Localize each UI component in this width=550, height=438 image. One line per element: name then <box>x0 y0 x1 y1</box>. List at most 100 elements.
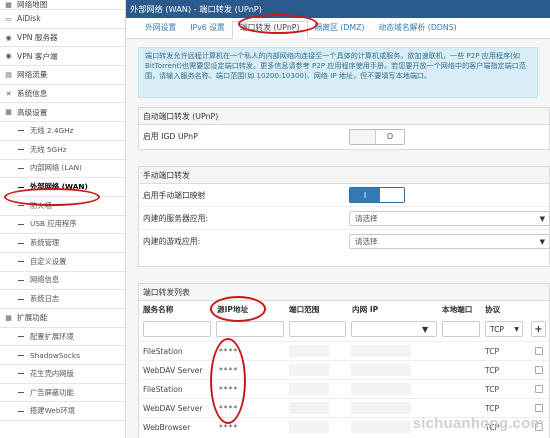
sidebar-item-label: 广告屏蔽功能 <box>30 387 74 397</box>
section-heading: 端口转发列表 <box>139 284 549 301</box>
cell-protocol: TCP <box>485 404 500 413</box>
sidebar-item-wireless-5[interactable]: 无线 5GHz <box>0 141 125 160</box>
server-app-select[interactable]: 请选择 ▼ <box>349 210 550 226</box>
sidebar-item-label: USB 应用程序 <box>30 219 77 229</box>
dash-icon <box>18 354 24 356</box>
blurred-cell <box>289 402 329 414</box>
sidebar-item-wan[interactable]: 外部网络 (WAN) <box>0 178 125 197</box>
sidebar-item-network-map[interactable]: ▦ 网络地图 <box>0 0 125 10</box>
tab-ddns[interactable]: 动态域名解析 (DDNS) <box>372 20 464 38</box>
tab-dmz[interactable]: 隔离区 (DMZ) <box>308 20 372 38</box>
sidebar-item-label: 扩展功能 <box>17 313 48 323</box>
sidebar-item-network-info[interactable]: 网络信息 <box>0 272 125 291</box>
sidebar-item-admin[interactable]: 系统管理 <box>0 234 125 253</box>
sidebar-item-web-env[interactable]: 搭建Web环境 <box>0 402 125 422</box>
select-value: 请选择 <box>355 237 378 246</box>
sidebar-item-advanced[interactable]: ▦ 高级设置 <box>0 103 125 123</box>
vpn-client-icon: ◉ <box>5 52 12 61</box>
sidebar-item-firewall[interactable]: 防火墙 <box>0 197 125 216</box>
cell-source-ip: **** <box>219 366 239 375</box>
blurred-cell <box>351 402 411 414</box>
blurred-cell <box>351 345 411 357</box>
manual-enable-toggle[interactable]: I <box>349 187 405 203</box>
upnp-section: 自动端口转发 (UPnP) 启用 IGD UPnP O <box>138 107 550 150</box>
blurred-cell <box>351 383 411 395</box>
cell-source-ip: **** <box>219 404 239 413</box>
manual-enable-row: 启用手动端口映射 I <box>139 184 549 207</box>
sidebar-item-label: 自定义设置 <box>30 256 67 266</box>
settings-icon: ▦ <box>5 108 12 117</box>
sidebar-item-adblock[interactable]: 广告屏蔽功能 <box>0 384 125 403</box>
chevron-down-icon: ▼ <box>539 238 545 246</box>
sidebar-item-label: 搭建Web环境 <box>30 406 76 416</box>
sidebar-item-label: 网络信息 <box>30 275 60 285</box>
sidebar-item-system-info[interactable]: ✕ 系统信息 <box>0 85 125 104</box>
sidebar-item-label: VPN 客户端 <box>17 51 58 61</box>
watermark: sichuanhong.com <box>412 415 544 432</box>
cell-service: WebBrowser <box>143 423 191 432</box>
section-heading: 手动端口转发 <box>139 167 549 184</box>
table-row: FileStation **** TCP <box>139 379 549 398</box>
sidebar-item-wireless-24[interactable]: 无线 2.4GHz <box>0 122 125 141</box>
sidebar-item-label: VPN 服务器 <box>17 33 58 43</box>
sidebar: ▦ 网络地图 ▭ AiDisk ◉ VPN 服务器 ◉ VPN 客户端 ▤ 网络流量 ✕ 系… <box>0 0 126 438</box>
page-title: 外部网络 (WAN) - 端口转发 (UPnP) <box>126 0 550 18</box>
sidebar-item-traffic[interactable]: ▤ 网络流量 <box>0 66 125 85</box>
row-checkbox[interactable] <box>535 404 543 412</box>
tab-wan-settings[interactable]: 外网设置 <box>138 20 183 38</box>
cell-protocol: TCP <box>485 385 500 394</box>
sidebar-item-label: 花生壳内网版 <box>30 368 74 378</box>
sidebar-item-label: 外部网络 (WAN) <box>30 182 88 192</box>
row-checkbox[interactable] <box>535 366 543 374</box>
cell-protocol: TCP <box>485 366 500 375</box>
info-alert: 端口转发允许远程计算机在一个私人的内部网络内连接至一个具体的计算机或服务。欲加速… <box>138 47 538 98</box>
sidebar-item-label: 防火墙 <box>30 200 52 210</box>
tab-port-forwarding[interactable]: 端口转发 (UPnP) <box>231 21 308 39</box>
cell-service: FileStation <box>143 385 183 394</box>
sidebar-item-oray[interactable]: 花生壳内网版 <box>0 365 125 384</box>
tab-ipv6[interactable]: IPv6 设置 <box>183 20 232 38</box>
cell-service: WebDAV Server <box>143 366 203 375</box>
server-app-row: 内建的服务器应用: 请选择 ▼ <box>139 207 550 230</box>
row-checkbox[interactable] <box>535 385 543 393</box>
traffic-icon: ▤ <box>5 70 12 79</box>
sidebar-item-label: 高级设置 <box>17 107 48 117</box>
sidebar-item-label: ShadowSocks <box>30 350 80 360</box>
dash-icon <box>18 336 24 338</box>
dash-icon <box>18 373 24 375</box>
info-icon: ✕ <box>5 89 12 98</box>
protocol-select[interactable]: TCP ▼ <box>485 321 523 337</box>
chevron-down-icon[interactable]: ▼ <box>422 325 428 334</box>
col-intranet-ip: 内网 IP <box>352 304 379 314</box>
sidebar-item-aidisk[interactable]: ▭ AiDisk <box>0 10 125 29</box>
sidebar-item-ext-env[interactable]: 配置扩展环境 <box>0 328 125 347</box>
add-rule-button[interactable]: + <box>531 321 546 337</box>
row-checkbox[interactable] <box>535 347 543 355</box>
sidebar-item-label: 配置扩展环境 <box>30 331 74 341</box>
sidebar-item-extensions[interactable]: ▦ 扩展功能 <box>0 309 125 328</box>
dash-icon <box>18 392 24 394</box>
game-app-select[interactable]: 请选择 ▼ <box>349 234 550 249</box>
service-name-input[interactable] <box>143 321 211 337</box>
sidebar-item-label: 系统管理 <box>30 238 60 248</box>
col-port-range: 端口范围 <box>289 304 320 314</box>
sidebar-item-custom[interactable]: 自定义设置 <box>0 253 125 272</box>
sidebar-item-usb[interactable]: USB 应用程序 <box>0 216 125 235</box>
blurred-cell <box>289 364 329 376</box>
sidebar-item-shadowsocks[interactable]: ShadowSocks <box>0 346 125 366</box>
blurred-cell <box>289 345 329 357</box>
source-ip-input[interactable] <box>216 321 284 337</box>
local-port-input[interactable] <box>442 321 480 337</box>
dash-icon <box>18 205 24 207</box>
toggle-track <box>380 188 404 202</box>
sidebar-item-lan[interactable]: 内部网络 (LAN) <box>0 160 125 179</box>
sidebar-item-vpn-server[interactable]: ◉ VPN 服务器 <box>0 29 125 48</box>
vpn-server-icon: ◉ <box>5 33 12 42</box>
dash-icon <box>18 186 24 188</box>
sidebar-item-vpn-client[interactable]: ◉ VPN 客户端 <box>0 47 125 67</box>
port-range-input[interactable] <box>289 321 346 337</box>
igd-upnp-toggle[interactable]: O <box>349 128 405 145</box>
sidebar-item-syslog[interactable]: 系统日志 <box>0 290 125 309</box>
table-header: 服务名称 源IP地址 端口范围 内网 IP 本地端口 协议 <box>139 301 549 317</box>
blurred-cell <box>351 421 411 433</box>
